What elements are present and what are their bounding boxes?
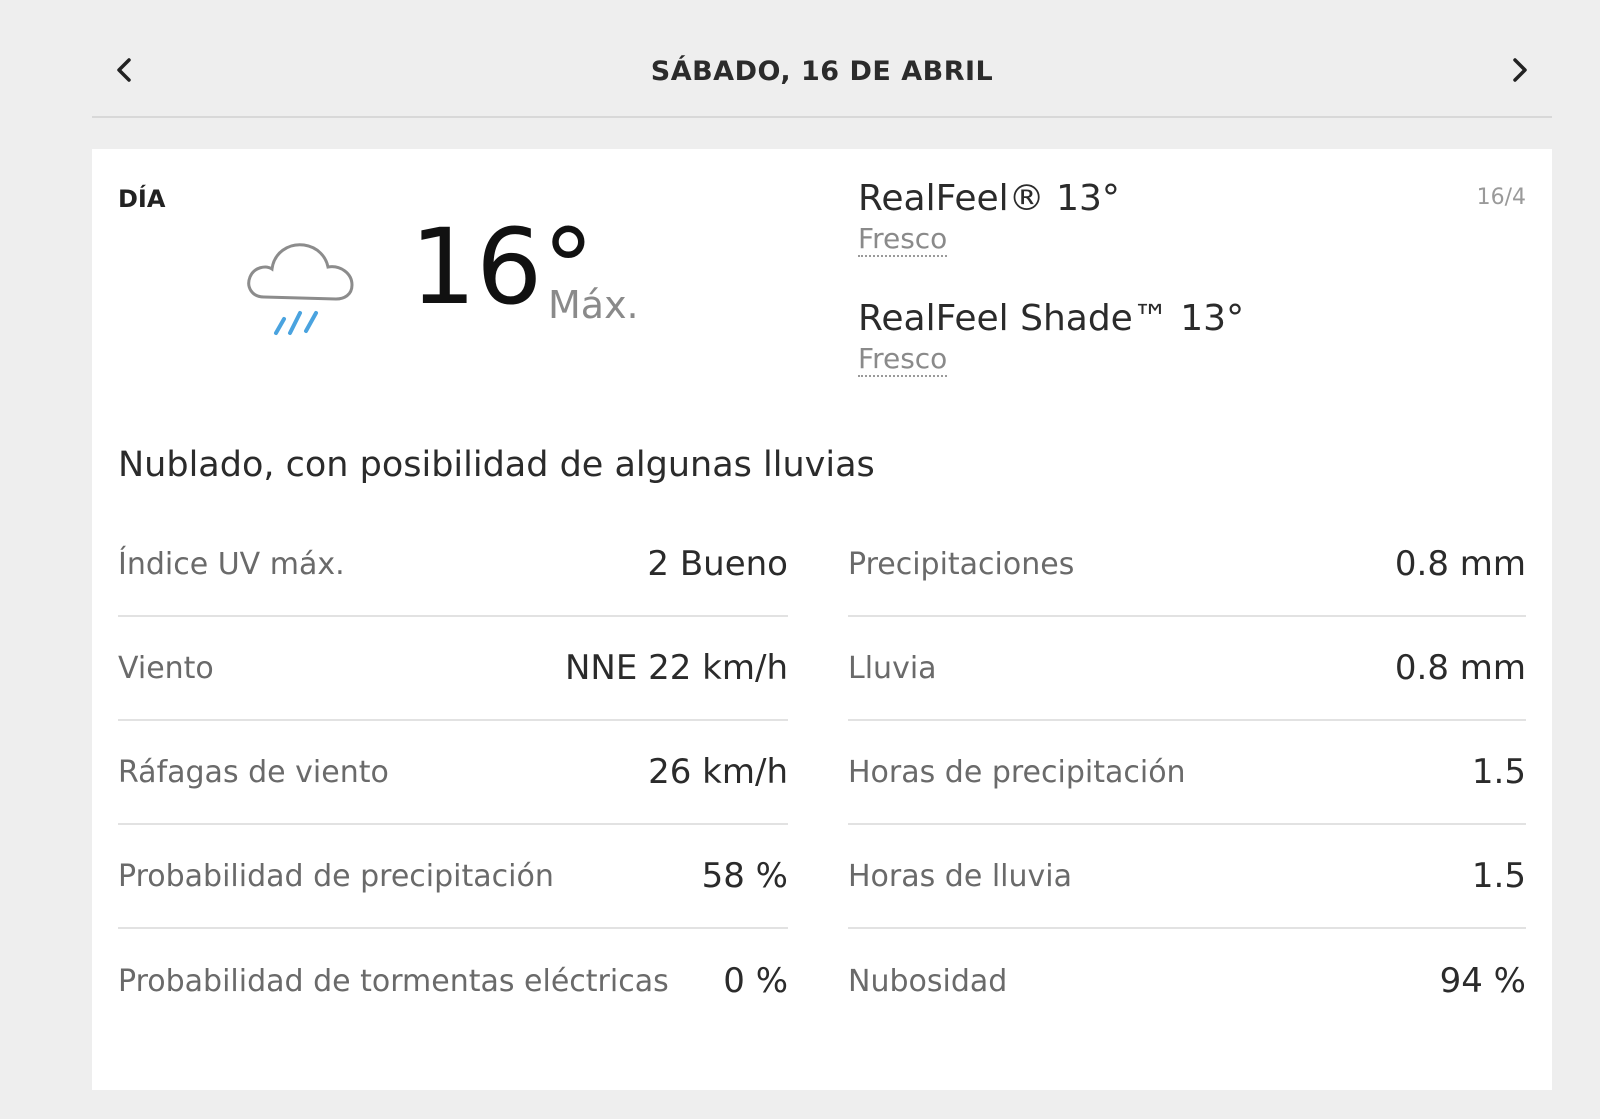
detail-row-precipitation: Precipitaciones 0.8 mm [848, 513, 1526, 617]
date-short: 16/4 [1476, 185, 1526, 210]
details-left-column: Índice UV máx. 2 Bueno Viento NNE 22 km/… [118, 513, 788, 1033]
detail-row-wind-gusts: Ráfagas de viento 26 km/h [118, 721, 788, 825]
realfeel-description-link[interactable]: Fresco [858, 222, 948, 257]
day-label: DÍA [118, 185, 166, 213]
detail-label: Ráfagas de viento [118, 754, 389, 790]
max-temperature-label: Máx. [548, 283, 639, 327]
detail-row-rain-hours: Horas de lluvia 1.5 [848, 825, 1526, 929]
detail-value: 58 % [701, 856, 788, 896]
detail-row-wind: Viento NNE 22 km/h [118, 617, 788, 721]
detail-value: 1.5 [1471, 752, 1526, 792]
realfeel-shade-value: RealFeel Shade™ 13° [858, 298, 1245, 339]
detail-row-thunderstorm-probability: Probabilidad de tormentas eléctricas 0 % [118, 929, 788, 1033]
detail-row-uv-index: Índice UV máx. 2 Bueno [118, 513, 788, 617]
detail-label: Índice UV máx. [118, 546, 345, 582]
detail-value: 94 % [1439, 961, 1526, 1001]
detail-row-cloud-cover: Nubosidad 94 % [848, 929, 1526, 1033]
detail-value: NNE 22 km/h [564, 648, 788, 688]
detail-row-rain: Lluvia 0.8 mm [848, 617, 1526, 721]
detail-value: 1.5 [1471, 856, 1526, 896]
date-navigation-bar: SÁBADO, 16 DE ABRIL [92, 30, 1552, 118]
detail-value: 0.8 mm [1394, 648, 1526, 688]
detail-label: Probabilidad de tormentas eléctricas [118, 963, 669, 999]
day-forecast-card: DÍA 16/4 16° Máx. RealFeel® 13° Fresco R… [92, 149, 1552, 1090]
date-title: SÁBADO, 16 DE ABRIL [650, 56, 994, 87]
cloud-rain-icon [242, 227, 370, 347]
realfeel-value: RealFeel® 13° [858, 178, 1120, 219]
detail-value: 26 km/h [648, 752, 788, 792]
chevron-right-icon [1513, 58, 1527, 82]
detail-value: 0.8 mm [1394, 544, 1526, 584]
detail-label: Horas de lluvia [848, 858, 1072, 894]
detail-label: Probabilidad de precipitación [118, 858, 554, 894]
detail-label: Precipitaciones [848, 546, 1075, 582]
detail-value: 0 % [723, 961, 788, 1001]
detail-label: Viento [118, 650, 214, 686]
details-right-column: Precipitaciones 0.8 mm Lluvia 0.8 mm Hor… [848, 513, 1526, 1033]
detail-value: 2 Bueno [647, 544, 788, 584]
weather-phrase: Nublado, con posibilidad de algunas lluv… [118, 445, 875, 485]
detail-row-precip-probability: Probabilidad de precipitación 58 % [118, 825, 788, 929]
detail-row-precip-hours: Horas de precipitación 1.5 [848, 721, 1526, 825]
detail-label: Lluvia [848, 650, 937, 686]
realfeel-block: RealFeel® 13° Fresco [858, 179, 1120, 257]
detail-label: Nubosidad [848, 963, 1008, 999]
next-day-button[interactable] [1502, 52, 1538, 88]
detail-label: Horas de precipitación [848, 754, 1186, 790]
realfeel-shade-block: RealFeel Shade™ 13° Fresco [858, 299, 1244, 377]
realfeel-shade-description-link[interactable]: Fresco [858, 342, 948, 377]
